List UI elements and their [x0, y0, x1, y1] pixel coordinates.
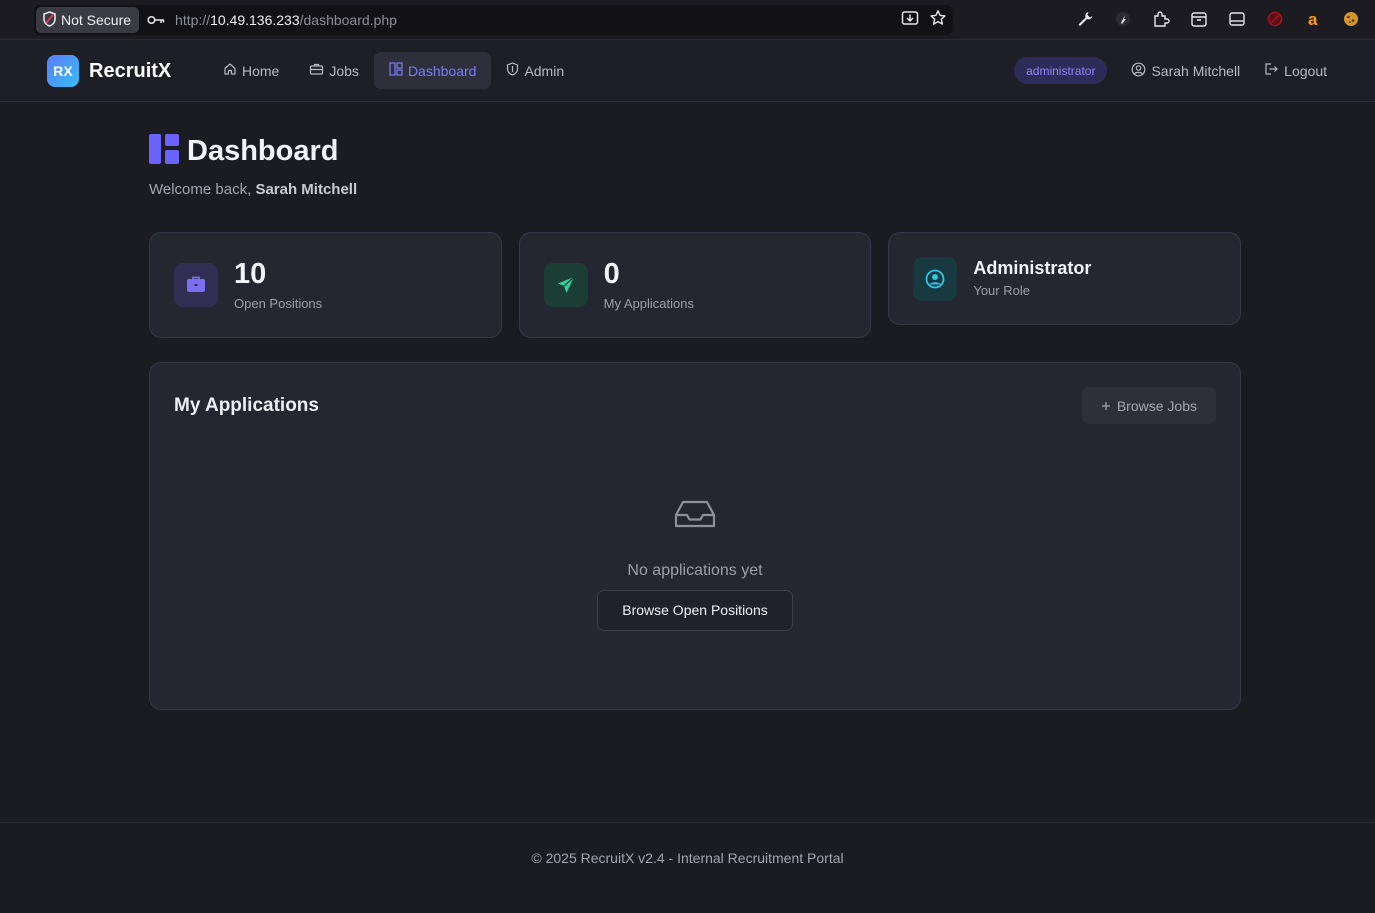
role-badge: administrator [1014, 57, 1108, 84]
browse-jobs-label: Browse Jobs [1116, 397, 1197, 414]
cookie-extension-icon[interactable] [1341, 9, 1361, 29]
briefcase-icon [174, 263, 218, 307]
welcome-message: Welcome back, Sarah Mitchell [149, 181, 1241, 198]
empty-state-text: No applications yet [627, 562, 763, 579]
shield-icon [506, 62, 519, 79]
install-icon[interactable] [901, 9, 919, 32]
stats-row: 10 Open Positions 0 My Applications Admi… [149, 232, 1242, 338]
page-title: Dashboard [187, 135, 339, 167]
welcome-name: Sarah Mitchell [255, 181, 358, 198]
logout-icon [1264, 62, 1279, 79]
briefcase-outline-icon [309, 62, 324, 79]
user-circle-icon [913, 256, 958, 301]
applications-title: My Applications [174, 395, 319, 416]
nav-home-label: Home [242, 62, 280, 79]
nav-user-area: administrator Sarah Mitchell Logout [1014, 57, 1327, 84]
stat-card-role: Administrator Your Role [888, 232, 1242, 325]
brand-logo: RX [47, 55, 79, 87]
container-icon[interactable] [1189, 9, 1209, 29]
url-host: 10.49.136.233 [210, 12, 300, 28]
blocker-extension-icon[interactable] [1265, 9, 1285, 29]
stat-card-my-applications: 0 My Applications [518, 232, 872, 338]
nav-links: Home Jobs Dashboard Admin [208, 52, 579, 89]
stat-label: Your Role [973, 283, 1030, 299]
dashboard-icon [149, 134, 179, 169]
brand-link[interactable]: RX RecruitX [47, 55, 171, 87]
app-navbar: RX RecruitX Home Jobs Dashboard Admin ad… [0, 40, 1375, 102]
nav-admin-label: Admin [524, 62, 565, 79]
amazon-extension-icon[interactable]: a [1303, 9, 1323, 29]
nav-admin[interactable]: Admin [491, 52, 579, 89]
page-header: Dashboard [149, 134, 1241, 169]
inbox-icon [674, 499, 716, 534]
empty-state: No applications yet Browse Open Position… [150, 499, 1240, 631]
security-label: Not Secure [61, 12, 132, 28]
send-icon [543, 263, 588, 307]
main-content: Dashboard Welcome back, Sarah Mitchell 1… [149, 134, 1242, 710]
plus-icon [1101, 398, 1111, 414]
shield-warning-icon [42, 10, 57, 30]
security-indicator[interactable]: Not Secure [36, 7, 140, 33]
wrench-icon[interactable] [1075, 9, 1095, 29]
nav-jobs-label: Jobs [329, 62, 359, 79]
url-text: http://10.49.136.233/dashboard.php [175, 12, 397, 28]
puzzle-extension-icon[interactable] [1151, 9, 1171, 29]
bookmark-star-icon[interactable] [929, 9, 947, 32]
stat-label: My Applications [603, 295, 694, 311]
logout-label: Logout [1284, 62, 1327, 79]
welcome-prefix: Welcome back, [149, 181, 256, 198]
url-path: /dashboard.php [299, 12, 397, 28]
nav-jobs[interactable]: Jobs [294, 52, 374, 89]
applications-panel: My Applications Browse Jobs No applicati… [149, 362, 1241, 710]
logout-link[interactable]: Logout [1264, 62, 1327, 79]
user-circle-icon [1131, 62, 1146, 80]
address-bar[interactable]: Not Secure http://10.49.136.233/dashboar… [34, 5, 953, 35]
browse-open-positions-button[interactable]: Browse Open Positions [597, 590, 793, 631]
footer: © 2025 RecruitX v2.4 - Internal Recruitm… [0, 822, 1375, 913]
stat-value: Administrator [973, 257, 1092, 278]
nav-dashboard[interactable]: Dashboard [373, 52, 492, 89]
url-actions [901, 9, 947, 32]
extension-leaf-icon[interactable] [1113, 9, 1133, 29]
user-name: Sarah Mitchell [1151, 62, 1241, 79]
stat-value: 0 [603, 258, 620, 291]
key-icon[interactable] [147, 15, 165, 25]
home-icon [223, 62, 237, 79]
stat-value: 10 [234, 258, 267, 291]
svg-text:a: a [1308, 10, 1318, 28]
user-profile-link[interactable]: Sarah Mitchell [1131, 62, 1240, 80]
browse-jobs-button[interactable]: Browse Jobs [1081, 387, 1216, 424]
stat-label: Open Positions [234, 295, 323, 311]
browser-toolbar: Not Secure http://10.49.136.233/dashboar… [0, 0, 1375, 40]
url-prefix: http:// [175, 12, 211, 28]
footer-text: © 2025 RecruitX v2.4 - Internal Recruitm… [531, 850, 844, 866]
dashboard-grid-icon [389, 62, 403, 79]
sidebar-icon[interactable] [1227, 9, 1247, 29]
stat-card-open-positions: 10 Open Positions [149, 232, 502, 338]
brand-name: RecruitX [89, 59, 172, 82]
extensions-toolbar: a [1075, 9, 1361, 29]
nav-home[interactable]: Home [208, 52, 294, 89]
nav-dashboard-label: Dashboard [407, 62, 477, 79]
